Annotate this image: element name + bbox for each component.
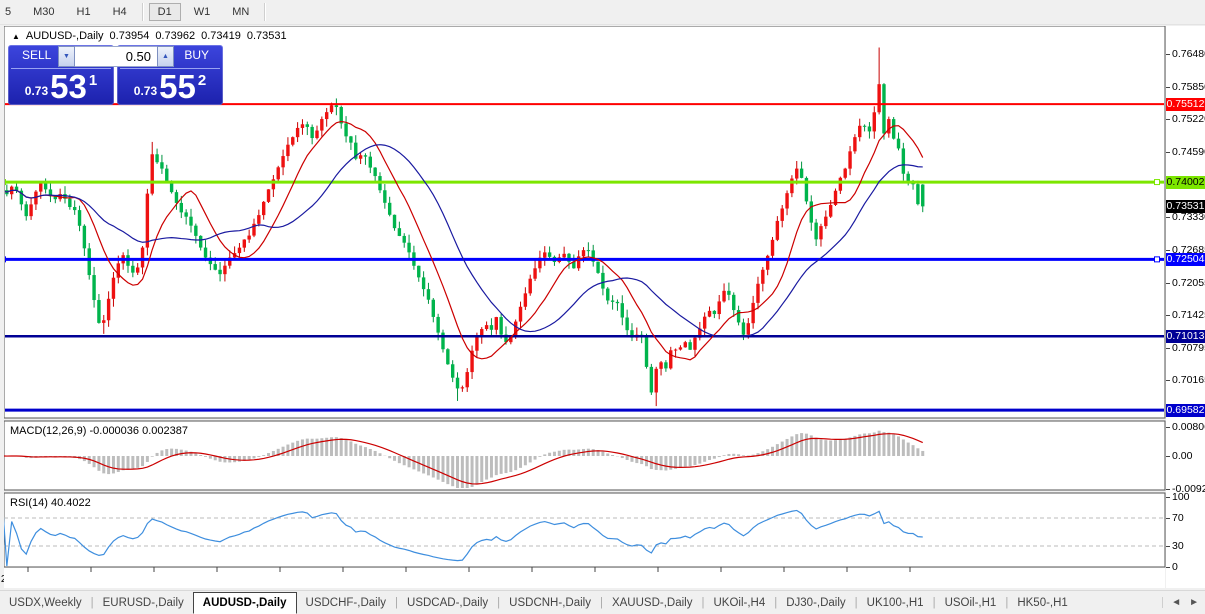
chart-tab-usoil-h1[interactable]: USOil-,H1	[936, 593, 1006, 613]
rsi-scale-label: 100	[1172, 491, 1190, 503]
price-badge-0.73531: 0.73531	[1166, 200, 1205, 213]
ohlc-high: 0.73962	[155, 30, 196, 42]
macd-tick-mark	[1166, 489, 1170, 490]
one-click-trading-panel: SELL 0.73 53 1 BUY 0.73 55 2 ▼ 0.50 ▲	[8, 45, 223, 105]
price-tick-label: 0.75220	[1172, 113, 1205, 125]
price-badge-0.72504: 0.72504	[1166, 253, 1205, 266]
price-badge-0.69582: 0.69582	[1166, 404, 1205, 417]
volume-spinner: ▼ 0.50 ▲	[58, 46, 174, 67]
tab-scroll-left-icon[interactable]: ◄	[1171, 597, 1181, 608]
main-chart-canvas[interactable]	[4, 26, 1166, 588]
sell-label: SELL	[22, 48, 52, 62]
buy-label: BUY	[184, 48, 209, 62]
price-badge-0.71013: 0.71013	[1166, 330, 1205, 343]
chevron-down-icon: ▼	[63, 53, 70, 60]
ask-prefix: 0.73	[133, 84, 158, 98]
chart-tab-dj30-daily[interactable]: DJ30-,Daily	[777, 593, 854, 613]
rsi-indicator-label: RSI(14) 40.4022	[10, 497, 91, 509]
tab-scroll-right-icon[interactable]: ►	[1189, 597, 1199, 608]
macd-signal-value: 0.002387	[142, 425, 188, 437]
ohlc-close: 0.73531	[246, 30, 287, 42]
macd-scale-label: 0.00	[1172, 450, 1193, 462]
rsi-tick-mark	[1166, 497, 1170, 498]
macd-main-value: -0.000036	[89, 425, 140, 437]
chevron-up-icon: ▲	[162, 53, 169, 60]
volume-decrease-button[interactable]: ▼	[58, 46, 75, 67]
price-tick-label: 0.72055	[1172, 277, 1205, 289]
rsi-name: RSI(14)	[10, 497, 48, 509]
timeframe-button-mn[interactable]: MN	[223, 3, 258, 21]
ask-pips: 55	[159, 68, 196, 105]
price-tick-label: 0.70165	[1172, 374, 1205, 386]
macd-tick-mark	[1166, 427, 1170, 428]
chart-tab-usdcnh-daily[interactable]: USDCNH-,Daily	[500, 593, 600, 613]
chart-tab-bar: USDX,Weekly | EURUSD-,Daily AUDUSD-,Daily US…	[0, 590, 1205, 614]
price-tick-mark	[1166, 315, 1170, 316]
ask-pipette: 2	[197, 72, 207, 89]
volume-input[interactable]: 0.50	[75, 46, 157, 67]
price-tick-mark	[1166, 54, 1170, 55]
macd-name: MACD(12,26,9)	[10, 425, 87, 437]
chart-tab-xauusd-daily[interactable]: XAUUSD-,Daily	[603, 593, 702, 613]
price-tick-mark	[1166, 87, 1170, 88]
bid-pips: 53	[50, 68, 87, 105]
chart-symbol-label: AUDUSD-,Daily	[25, 30, 104, 42]
price-axis[interactable]: 0.764800.758500.752200.745900.733300.726…	[1166, 26, 1205, 588]
price-tick-mark	[1166, 152, 1170, 153]
tab-scroll-nav: ◄ ►	[1162, 597, 1205, 608]
macd-scale-label: 0.008061	[1172, 421, 1205, 433]
chart-tab-uk100-h1[interactable]: UK100-,H1	[858, 593, 933, 613]
price-tick-label: 0.70795	[1172, 342, 1205, 354]
timeframe-button-m30[interactable]: M30	[24, 3, 63, 21]
timeframe-toolbar: 5 M30 H1 H4 D1 W1 MN	[0, 0, 1205, 25]
price-badge-0.75512: 0.75512	[1166, 98, 1205, 111]
price-tick-mark	[1166, 217, 1170, 218]
price-tick-mark	[1166, 348, 1170, 349]
chart-tab-hk50-h1[interactable]: HK50-,H1	[1008, 593, 1077, 613]
rsi-scale-label: 30	[1172, 540, 1184, 552]
price-tick-mark	[1166, 283, 1170, 284]
chart-tab-eurusd-daily[interactable]: EURUSD-,Daily	[94, 593, 193, 613]
rsi-value: 40.4022	[50, 497, 91, 509]
collapse-panel-icon[interactable]: ▲	[12, 32, 20, 41]
price-tick-label: 0.76480	[1172, 48, 1205, 60]
chart-tab-usdchf-daily[interactable]: USDCHF-,Daily	[297, 593, 396, 613]
timeframe-button-w1[interactable]: W1	[185, 3, 220, 21]
price-tick-mark	[1166, 380, 1170, 381]
ohlc-open: 0.73954	[109, 30, 150, 42]
price-tick-mark	[1166, 250, 1170, 251]
price-tick-mark	[1166, 119, 1170, 120]
rsi-tick-mark	[1166, 546, 1170, 547]
ohlc-low: 0.73419	[201, 30, 241, 42]
price-tick-label: 0.71425	[1172, 309, 1205, 321]
macd-indicator-label: MACD(12,26,9) -0.000036 0.002387	[10, 425, 188, 437]
timeframe-button-h1[interactable]: H1	[68, 3, 100, 21]
macd-tick-mark	[1166, 456, 1170, 457]
chart-tab-audusd-daily[interactable]: AUDUSD-,Daily	[192, 591, 297, 614]
timeframe-button-5[interactable]: 5	[0, 3, 20, 21]
price-badge-0.74002: 0.74002	[1166, 176, 1205, 189]
volume-increase-button[interactable]: ▲	[157, 46, 174, 67]
chart-tab-usdcad-daily[interactable]: USDCAD-,Daily	[398, 593, 497, 613]
rsi-tick-mark	[1166, 567, 1170, 568]
ask-price: 0.73 55 2	[117, 67, 223, 105]
rsi-scale-label: 0	[1172, 561, 1178, 573]
toolbar-separator	[264, 3, 266, 21]
chart-tab-usdx-weekly[interactable]: USDX,Weekly	[0, 593, 91, 613]
bid-price: 0.73 53 1	[8, 67, 114, 105]
timeframe-button-h4[interactable]: H4	[104, 3, 136, 21]
price-tick-label: 0.74590	[1172, 146, 1205, 158]
bid-prefix: 0.73	[24, 84, 49, 98]
rsi-scale-label: 70	[1172, 512, 1184, 524]
bid-pipette: 1	[88, 72, 98, 89]
chart-tab-ukoil-h4[interactable]: UKOil-,H4	[704, 593, 774, 613]
chart-ohlc-header: ▲ AUDUSD-,Daily 0.73954 0.73962 0.73419 …	[12, 30, 287, 42]
rsi-tick-mark	[1166, 518, 1170, 519]
price-tick-label: 0.75850	[1172, 81, 1205, 93]
timeframe-button-d1[interactable]: D1	[148, 3, 181, 21]
toolbar-separator	[141, 3, 143, 21]
